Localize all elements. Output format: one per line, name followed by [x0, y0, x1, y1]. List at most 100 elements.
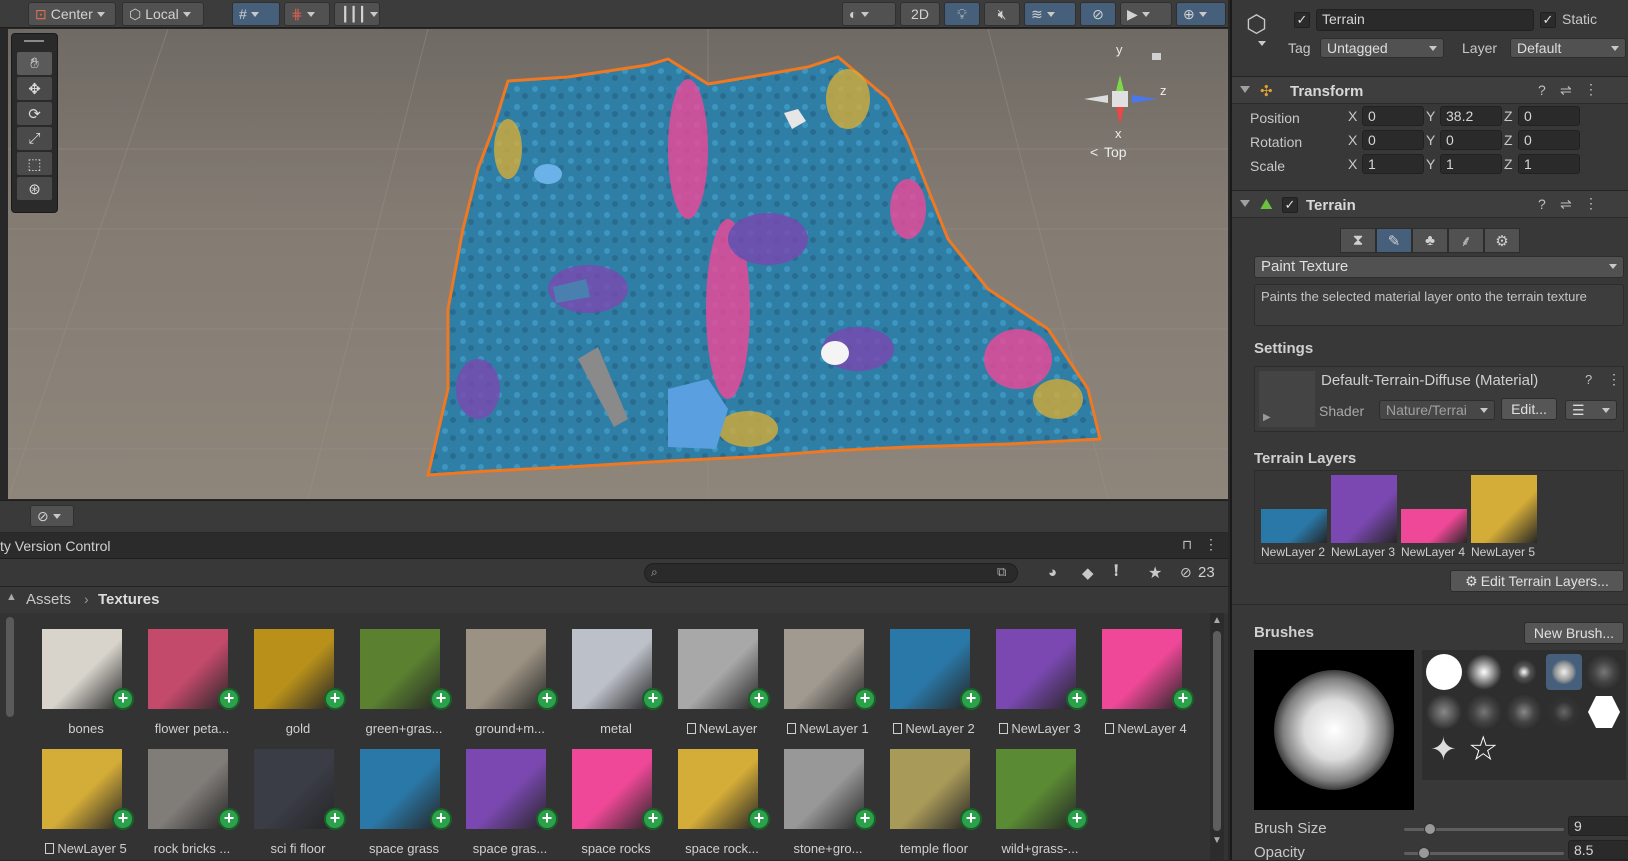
create-neighbor-button[interactable]: ⧗: [1340, 228, 1376, 253]
version-control-tab[interactable]: ty Version Control: [0, 538, 111, 554]
paint-terrain-button[interactable]: ✎: [1376, 228, 1412, 253]
brush-star-soft[interactable]: ✦: [1430, 732, 1457, 766]
scale-x-field[interactable]: 1: [1362, 154, 1424, 174]
increment-snap-button[interactable]: ⋕: [284, 2, 330, 26]
expand-arrow-icon[interactable]: ▶: [1263, 412, 1271, 423]
hidden-packages-icon[interactable]: ⊘: [1180, 564, 1192, 581]
brush-noise[interactable]: [1586, 654, 1622, 690]
static-checkbox[interactable]: ✓: [1540, 12, 1556, 28]
asset-item[interactable]: + NewLayer 1: [768, 621, 876, 741]
camera-settings-button[interactable]: ▶︎: [1120, 2, 1172, 26]
material-options-dropdown[interactable]: ☰: [1565, 400, 1617, 420]
brush-star-outline[interactable]: ☆: [1468, 732, 1498, 766]
asset-item[interactable]: + stone+gro...: [768, 741, 876, 861]
edit-terrain-layers-button[interactable]: ⚙ Edit Terrain Layers...: [1450, 570, 1624, 592]
asset-item[interactable]: + bones: [26, 621, 134, 741]
asset-item[interactable]: + NewLayer 3: [980, 621, 1088, 741]
help-icon[interactable]: ?: [1538, 196, 1546, 212]
presets-icon[interactable]: ⇌: [1560, 82, 1572, 99]
new-brush-button[interactable]: New Brush...: [1524, 622, 1624, 644]
asset-item[interactable]: + space gras...: [450, 741, 558, 861]
tag-dropdown[interactable]: Untagged: [1320, 38, 1444, 58]
asset-item[interactable]: + space grass: [344, 741, 452, 861]
asset-item[interactable]: + rock bricks ...: [132, 741, 240, 861]
asset-item[interactable]: + NewLayer: [662, 621, 770, 741]
asset-item[interactable]: + space rock...: [662, 741, 770, 861]
presets-icon[interactable]: ⇌: [1560, 196, 1572, 213]
rotate-tool-button[interactable]: ⟳: [17, 102, 52, 125]
warning-filter-icon[interactable]: ❗︎: [1114, 563, 1118, 581]
shader-dropdown[interactable]: Nature/Terrai: [1379, 400, 1495, 420]
draw-mode-button[interactable]: ◐: [842, 2, 896, 26]
brush-hexagon[interactable]: [1588, 696, 1620, 728]
drag-handle[interactable]: [24, 40, 44, 42]
position-z-field[interactable]: 0: [1518, 106, 1580, 126]
scale-y-field[interactable]: 1: [1440, 154, 1502, 174]
scrollbar-thumb[interactable]: [1213, 631, 1221, 831]
hand-tool-button[interactable]: ✋︎: [17, 52, 52, 75]
more-options-icon[interactable]: ⋮: [1584, 81, 1598, 98]
move-tool-button[interactable]: ✥: [17, 77, 52, 100]
position-x-axis-label[interactable]: X: [1348, 108, 1357, 124]
left-scrollbar[interactable]: [6, 617, 14, 717]
terrain-settings-button[interactable]: ⚙: [1484, 228, 1520, 253]
filter-by-type-icon[interactable]: ◕: [1048, 564, 1057, 581]
lock-icon[interactable]: [1152, 53, 1161, 60]
rotation-x-field[interactable]: 0: [1362, 130, 1424, 150]
scene-visibility-button[interactable]: ⊘: [1080, 2, 1116, 26]
more-options-icon[interactable]: ⋮: [1204, 536, 1218, 553]
asset-item[interactable]: + green+gras...: [344, 621, 452, 741]
brush-cloud-selected[interactable]: [1546, 654, 1582, 690]
scroll-up-icon[interactable]: ▲: [1212, 615, 1222, 626]
position-y-field[interactable]: 38.2: [1440, 106, 1502, 126]
scroll-down-icon[interactable]: ▼: [1212, 835, 1222, 846]
terrain-enabled-checkbox[interactable]: ✓: [1282, 197, 1298, 213]
gizmos-button[interactable]: ⊕: [1176, 2, 1226, 26]
overlay-menu-button[interactable]: ⊘: [30, 505, 74, 527]
asset-item[interactable]: + NewLayer 4: [1086, 621, 1194, 741]
brush-speckle[interactable]: [1466, 694, 1502, 730]
transform-header[interactable]: ✣ Transform ? ⇌ ⋮: [1232, 76, 1628, 104]
breadcrumb-assets[interactable]: Assets: [26, 591, 71, 608]
rotation-y-field[interactable]: 0: [1440, 130, 1502, 150]
scale-tool-button[interactable]: ⤢: [17, 127, 52, 150]
scale-z-axis-label[interactable]: Z: [1504, 156, 1513, 172]
brush-streak[interactable]: [1546, 694, 1582, 730]
search-input[interactable]: ⌕ ⧉: [644, 563, 1018, 583]
layer-dropdown[interactable]: Default: [1510, 38, 1626, 58]
edit-shader-button[interactable]: Edit...: [1501, 398, 1557, 420]
scroll-up-icon[interactable]: ▲: [6, 591, 17, 603]
filter-by-label-icon[interactable]: ◆: [1082, 564, 1094, 582]
brush-soft-circle[interactable]: [1466, 654, 1502, 690]
more-options-icon[interactable]: ⋮: [1607, 371, 1621, 388]
search-scope-icon[interactable]: ⧉: [997, 564, 1006, 580]
help-icon[interactable]: ?: [1585, 372, 1592, 387]
opacity-slider-knob[interactable]: [1418, 847, 1430, 859]
active-checkbox[interactable]: ✓: [1294, 12, 1310, 28]
terrain-mesh[interactable]: [426, 55, 1102, 477]
rotation-z-field[interactable]: 0: [1518, 130, 1580, 150]
asset-item[interactable]: + space rocks: [556, 741, 664, 861]
2d-toggle-button[interactable]: 2D: [900, 2, 940, 26]
ruler-button[interactable]: ┃┃┃: [334, 2, 380, 26]
position-z-axis-label[interactable]: Z: [1504, 108, 1513, 124]
transform-tool-button[interactable]: ⊛: [17, 177, 52, 200]
asset-item[interactable]: + ground+m...: [450, 621, 558, 741]
icon-chevron-down-icon[interactable]: [1258, 34, 1266, 49]
audio-toggle-button[interactable]: 🔇︎: [984, 2, 1020, 26]
scale-x-axis-label[interactable]: X: [1348, 156, 1357, 172]
asset-item[interactable]: + sci fi floor: [238, 741, 346, 861]
more-options-icon[interactable]: ⋮: [1584, 195, 1598, 212]
grid-snap-button[interactable]: #: [232, 2, 280, 26]
asset-item[interactable]: + wild+grass-...: [980, 741, 1088, 861]
position-x-field[interactable]: 0: [1362, 106, 1424, 126]
lock-icon[interactable]: ⊓: [1182, 537, 1192, 553]
brush-size-slider-knob[interactable]: [1424, 823, 1436, 835]
asset-item[interactable]: + flower peta...: [132, 621, 240, 741]
pivot-center-dropdown[interactable]: ⊡ Center: [28, 2, 116, 26]
asset-item[interactable]: + metal: [556, 621, 664, 741]
rotation-y-axis-label[interactable]: Y: [1426, 132, 1435, 148]
asset-item[interactable]: + temple floor: [874, 741, 982, 861]
scale-z-field[interactable]: 1: [1518, 154, 1580, 174]
position-y-axis-label[interactable]: Y: [1426, 108, 1435, 124]
